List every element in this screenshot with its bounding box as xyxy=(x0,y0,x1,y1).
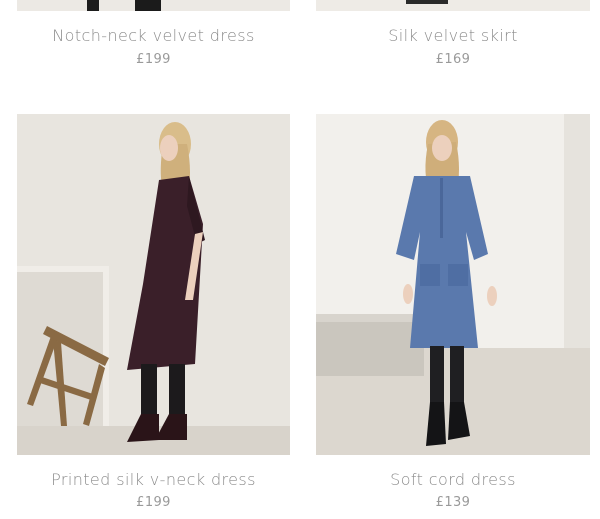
product-image[interactable] xyxy=(17,114,290,455)
product-image[interactable] xyxy=(316,0,590,11)
product-image[interactable] xyxy=(316,114,590,455)
product-card[interactable]: Silk velvet skirt £169 xyxy=(316,0,590,90)
product-price: £199 xyxy=(136,52,171,67)
product-price: £199 xyxy=(136,495,171,510)
product-title[interactable]: Notch-neck velvet dress xyxy=(17,26,290,45)
product-image[interactable] xyxy=(17,0,290,11)
product-price: £139 xyxy=(435,495,471,510)
product-title[interactable]: Printed silk v-neck dress xyxy=(17,470,290,489)
product-price: £169 xyxy=(435,52,471,67)
product-grid: Notch-neck velvet dress £199 Silk velvet… xyxy=(0,0,600,519)
product-title[interactable]: Soft cord dress xyxy=(316,470,590,489)
product-card[interactable]: Soft cord dress £139 xyxy=(316,114,590,519)
product-title[interactable]: Silk velvet skirt xyxy=(316,26,590,45)
product-card[interactable]: Notch-neck velvet dress £199 xyxy=(17,0,290,90)
product-card[interactable]: Printed silk v-neck dress £199 xyxy=(17,114,290,519)
